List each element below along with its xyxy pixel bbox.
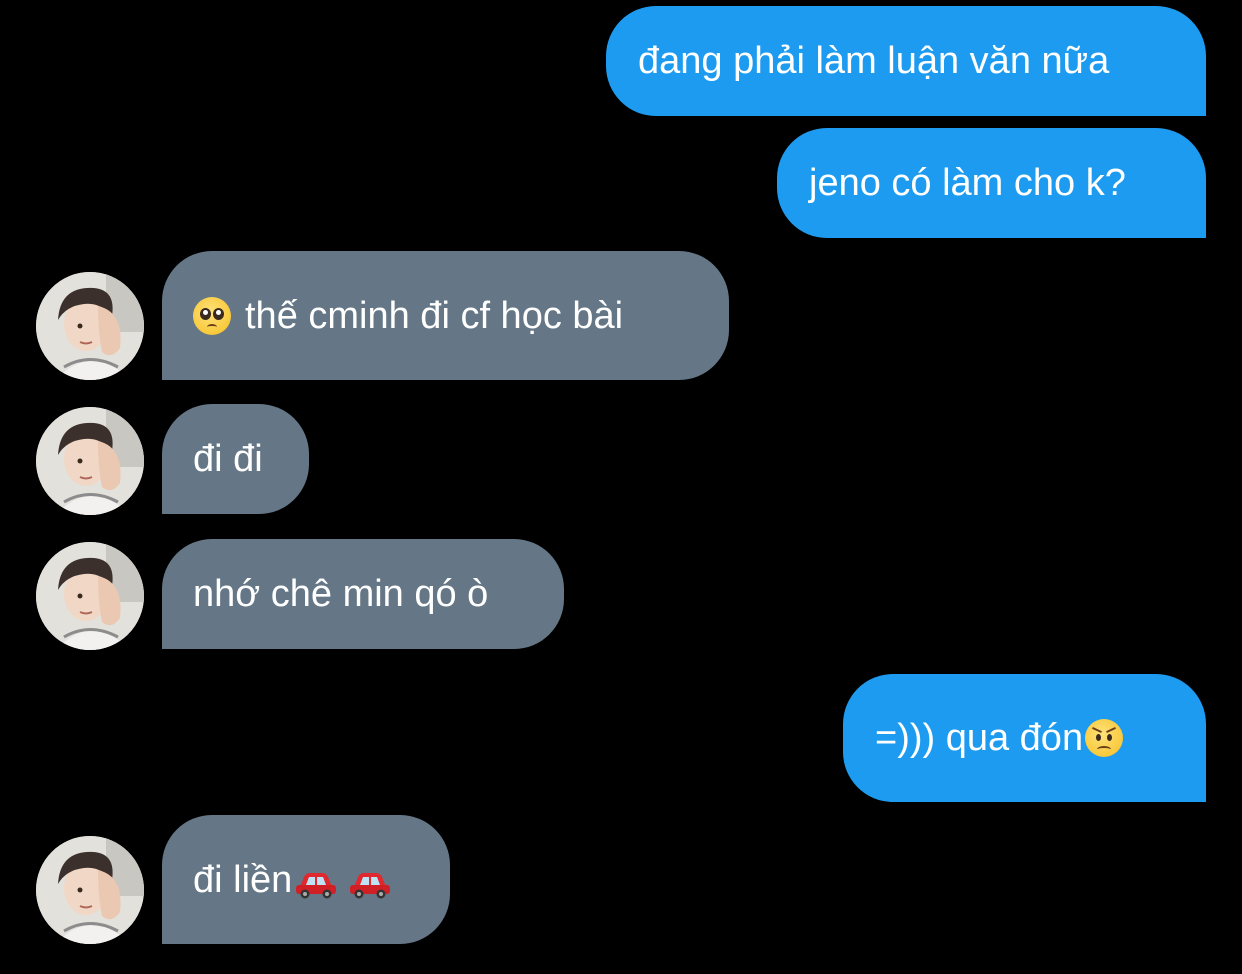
incoming-message-bubble[interactable]: thế cminh đi cf học bài xyxy=(162,251,729,380)
pleading-face-icon xyxy=(193,296,231,335)
incoming-message-bubble[interactable]: đi đi xyxy=(162,404,309,514)
message-text: nhớ chê min qó ò xyxy=(193,573,489,615)
avatar[interactable] xyxy=(36,836,144,944)
incoming-message-bubble[interactable]: đi liền xyxy=(162,815,450,944)
message-text: đang phải làm luận văn nữa xyxy=(638,40,1110,82)
outgoing-message-bubble[interactable]: =))) qua đón xyxy=(843,674,1206,802)
message-text: jeno có làm cho k? xyxy=(809,162,1126,204)
outgoing-message-bubble[interactable]: đang phải làm luận văn nữa xyxy=(606,6,1206,116)
outgoing-message-bubble[interactable]: jeno có làm cho k? xyxy=(777,128,1206,238)
avatar[interactable] xyxy=(36,407,144,515)
message-text: thế cminh đi cf học bài xyxy=(245,294,624,337)
message-text: đi liền xyxy=(193,858,293,901)
red-car-icon xyxy=(294,865,338,898)
angry-face-icon xyxy=(1085,719,1124,757)
incoming-message-bubble[interactable]: nhớ chê min qó ò xyxy=(162,539,564,649)
avatar[interactable] xyxy=(36,542,144,650)
message-text: đi đi xyxy=(193,438,263,480)
red-car-icon xyxy=(348,865,392,898)
message-text: =))) qua đón xyxy=(875,717,1084,759)
avatar[interactable] xyxy=(36,272,144,380)
